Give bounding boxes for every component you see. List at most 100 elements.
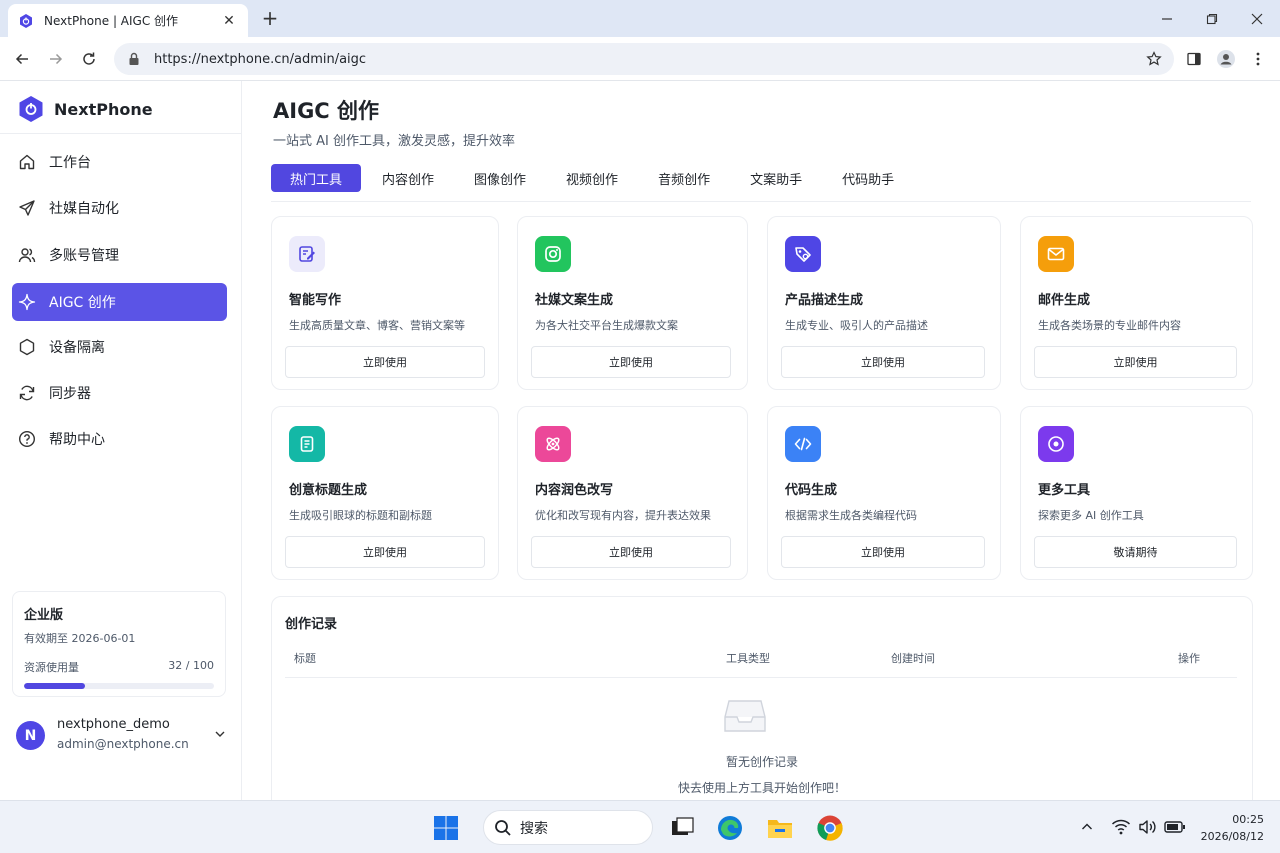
atom-icon xyxy=(535,426,571,462)
sidebar-item-label: 帮助中心 xyxy=(49,432,105,448)
page-subtitle: 一站式 AI 创作工具，激发灵感，提升效率 xyxy=(273,134,515,149)
new-tab-button[interactable]: + xyxy=(258,6,282,30)
usage-count: 32 / 100 xyxy=(168,659,214,672)
restore-icon[interactable] xyxy=(1189,0,1235,37)
tool-title: 社媒文案生成 xyxy=(535,293,614,308)
column-header-tool-type: 工具类型 xyxy=(726,652,770,665)
sidebar-item-device-isolation[interactable]: 设备隔离 xyxy=(12,328,227,366)
user-profile[interactable]: N nextphone_demo admin@nextphone.cn xyxy=(16,717,230,757)
taskbar-search[interactable]: 搜索 xyxy=(483,810,653,845)
column-header-actions: 操作 xyxy=(1178,652,1200,665)
tab-code-assistant[interactable]: 代码助手 xyxy=(823,164,913,192)
brand-name: NextPhone xyxy=(54,99,153,119)
use-now-button[interactable]: 立即使用 xyxy=(781,536,985,568)
records-title: 创作记录 xyxy=(285,617,338,632)
clock-date: 2026/08/12 xyxy=(1200,830,1264,843)
column-header-title: 标题 xyxy=(294,652,316,665)
search-icon xyxy=(495,819,511,836)
volume-icon[interactable] xyxy=(1137,816,1159,838)
tool-title: 内容润色改写 xyxy=(535,483,614,498)
coming-soon-button[interactable]: 敬请期待 xyxy=(1034,536,1237,568)
bookmark-star-icon[interactable] xyxy=(1146,51,1162,67)
tool-title: 创意标题生成 xyxy=(289,483,368,498)
nextphone-logo-icon xyxy=(20,13,32,28)
divider xyxy=(0,133,241,134)
main-content: AIGC 创作 一站式 AI 创作工具，激发灵感，提升效率 热门工具 内容创作 … xyxy=(243,81,1280,800)
edge-browser-icon[interactable] xyxy=(715,813,745,843)
tool-description: 探索更多 AI 创作工具 xyxy=(1038,509,1144,522)
browser-tab-bar: NextPhone | AIGC 创作 ✕ + xyxy=(0,0,1280,37)
plan-card: 企业版 有效期至 2026-06-01 资源使用量 32 / 100 xyxy=(12,591,226,697)
tool-description: 生成专业、吸引人的产品描述 xyxy=(785,319,928,332)
close-tab-icon[interactable]: ✕ xyxy=(220,13,238,29)
sidebar-item-help-center[interactable]: 帮助中心 xyxy=(12,420,227,458)
sparkle-icon xyxy=(18,293,36,311)
tool-description: 生成高质量文章、博客、营销文案等 xyxy=(289,319,465,332)
tool-description: 生成各类场景的专业邮件内容 xyxy=(1038,319,1181,332)
avatar: N xyxy=(16,721,45,750)
tool-card-content-polish: 内容润色改写 优化和改写现有内容，提升表达效果 立即使用 xyxy=(517,406,748,580)
sidebar-item-aigc[interactable]: AIGC 创作 xyxy=(12,283,227,321)
tab-image-creation[interactable]: 图像创作 xyxy=(455,164,545,192)
tool-description: 根据需求生成各类编程代码 xyxy=(785,509,917,522)
profile-icon[interactable] xyxy=(1214,47,1238,71)
plan-expiry: 有效期至 2026-06-01 xyxy=(24,632,136,645)
reload-icon[interactable] xyxy=(77,47,101,71)
sidebar-item-synchronizer[interactable]: 同步器 xyxy=(12,374,227,412)
start-icon[interactable] xyxy=(431,813,461,843)
tool-card-social-copy: 社媒文案生成 为各大社交平台生成爆款文案 立即使用 xyxy=(517,216,748,390)
use-now-button[interactable]: 立即使用 xyxy=(781,346,985,378)
sidebar-item-accounts[interactable]: 多账号管理 xyxy=(12,236,227,274)
sidebar-item-social-automation[interactable]: 社媒自动化 xyxy=(12,189,227,227)
creation-records: 创作记录 标题 工具类型 创建时间 操作 暂无创作记录 快去使用上方工具开始创作… xyxy=(271,596,1253,800)
system-clock[interactable]: 00:25 2026/08/12 xyxy=(1196,811,1264,845)
help-icon xyxy=(18,430,36,448)
tool-title: 邮件生成 xyxy=(1038,293,1091,308)
sidebar-item-workbench[interactable]: 工作台 xyxy=(12,143,227,181)
back-icon[interactable] xyxy=(10,47,34,71)
use-now-button[interactable]: 立即使用 xyxy=(285,346,485,378)
file-explorer-icon[interactable] xyxy=(765,813,795,843)
sidebar-item-label: 同步器 xyxy=(49,386,91,402)
tab-hot-tools[interactable]: 热门工具 xyxy=(271,164,362,192)
tool-description: 生成吸引眼球的标题和副标题 xyxy=(289,509,432,522)
tool-description: 为各大社交平台生成爆款文案 xyxy=(535,319,678,332)
tab-video-creation[interactable]: 视频创作 xyxy=(547,164,637,192)
use-now-button[interactable]: 立即使用 xyxy=(531,346,731,378)
tool-card-email: 邮件生成 生成各类场景的专业邮件内容 立即使用 xyxy=(1020,216,1253,390)
tool-title: 更多工具 xyxy=(1038,483,1091,498)
nextphone-logo-icon xyxy=(19,96,43,122)
battery-icon[interactable] xyxy=(1164,816,1186,838)
edit-icon xyxy=(289,236,325,272)
sync-icon xyxy=(18,384,36,402)
lock-icon xyxy=(129,52,139,65)
user-email: admin@nextphone.cn xyxy=(57,737,189,751)
use-now-button[interactable]: 立即使用 xyxy=(531,536,731,568)
user-name: nextphone_demo xyxy=(57,717,170,732)
chevron-down-icon[interactable] xyxy=(213,727,227,741)
tab-content-creation[interactable]: 内容创作 xyxy=(363,164,453,192)
browser-tab[interactable]: NextPhone | AIGC 创作 ✕ xyxy=(8,4,248,37)
tab-audio-creation[interactable]: 音频创作 xyxy=(639,164,729,192)
use-now-button[interactable]: 立即使用 xyxy=(1034,346,1237,378)
plan-name: 企业版 xyxy=(24,608,64,623)
usage-progress-fill xyxy=(24,683,85,689)
minimize-icon[interactable] xyxy=(1144,0,1190,37)
divider xyxy=(285,677,1237,678)
side-panel-icon[interactable] xyxy=(1182,47,1206,71)
more-menu-icon[interactable] xyxy=(1246,47,1270,71)
tab-copywriting-assistant[interactable]: 文案助手 xyxy=(731,164,821,192)
wifi-icon[interactable] xyxy=(1110,816,1132,838)
url-field[interactable]: https://nextphone.cn/admin/aigc xyxy=(114,43,1174,75)
use-now-button[interactable]: 立即使用 xyxy=(285,536,485,568)
sidebar-item-label: AIGC 创作 xyxy=(49,295,116,311)
empty-state-title: 暂无创作记录 xyxy=(725,755,798,769)
forward-icon[interactable] xyxy=(44,47,68,71)
hexagon-icon xyxy=(18,338,36,356)
task-view-icon[interactable] xyxy=(667,813,697,843)
chevron-up-icon[interactable] xyxy=(1076,816,1098,838)
chrome-browser-icon[interactable] xyxy=(815,813,845,843)
brand[interactable]: NextPhone xyxy=(18,95,153,123)
close-window-icon[interactable] xyxy=(1234,0,1280,37)
tool-title: 产品描述生成 xyxy=(785,293,864,308)
